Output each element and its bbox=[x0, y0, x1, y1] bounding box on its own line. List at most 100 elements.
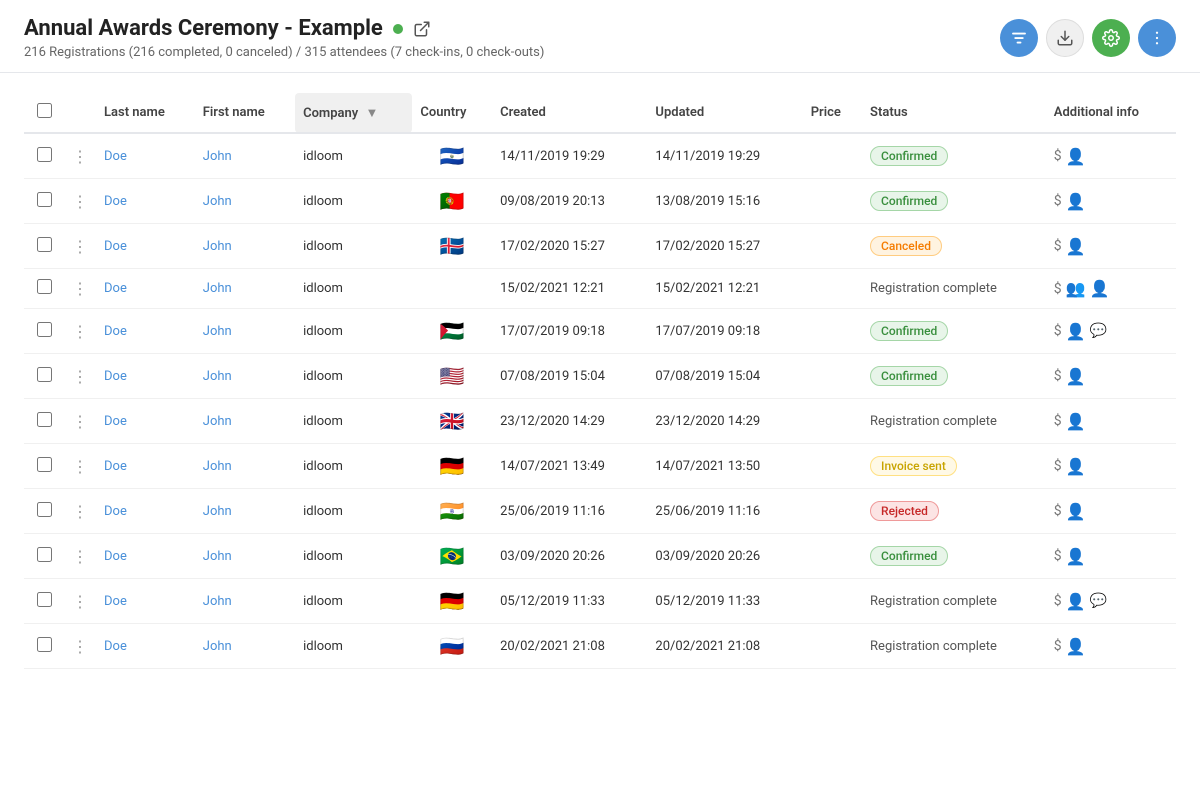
row-menu-cell[interactable]: ⋮ bbox=[64, 133, 96, 179]
dollar-icon: $ bbox=[1054, 281, 1062, 297]
download-button[interactable] bbox=[1046, 19, 1084, 57]
additional-info-cell: $👤 bbox=[1046, 624, 1176, 669]
created-cell: 03/09/2020 20:26 bbox=[492, 534, 647, 579]
header-left: Annual Awards Ceremony - Example 216 Reg… bbox=[24, 16, 544, 60]
row-menu-cell[interactable]: ⋮ bbox=[64, 179, 96, 224]
price-cell bbox=[803, 579, 862, 624]
row-checkbox[interactable] bbox=[37, 279, 52, 294]
last-name-link[interactable]: Doe bbox=[104, 414, 127, 429]
header-created: Created bbox=[492, 93, 647, 133]
first-name-cell: John bbox=[195, 269, 295, 309]
row-menu-cell[interactable]: ⋮ bbox=[64, 224, 96, 269]
additional-info-cell: $👤💬 bbox=[1046, 579, 1176, 624]
last-name-link[interactable]: Doe bbox=[104, 149, 127, 164]
table-body: ⋮ Doe John idloom 🇸🇻 14/11/2019 19:29 14… bbox=[24, 133, 1176, 669]
row-menu-cell[interactable]: ⋮ bbox=[64, 309, 96, 354]
status-badge: Registration complete bbox=[870, 639, 997, 654]
first-name-cell: John bbox=[195, 309, 295, 354]
table-row: ⋮ Doe John idloom 🇺🇸 07/08/2019 15:04 07… bbox=[24, 354, 1176, 399]
header-company[interactable]: Company ▼ bbox=[295, 93, 412, 133]
row-checkbox-cell bbox=[24, 444, 64, 489]
last-name-cell: Doe bbox=[96, 179, 195, 224]
row-checkbox-cell bbox=[24, 354, 64, 399]
company-cell: idloom bbox=[295, 354, 412, 399]
row-checkbox[interactable] bbox=[37, 147, 52, 162]
last-name-link[interactable]: Doe bbox=[104, 194, 127, 209]
select-all-checkbox[interactable] bbox=[37, 103, 52, 118]
row-checkbox[interactable] bbox=[37, 367, 52, 382]
table-row: ⋮ Doe John idloom 🇧🇷 03/09/2020 20:26 03… bbox=[24, 534, 1176, 579]
first-name-link[interactable]: John bbox=[203, 369, 232, 384]
row-checkbox[interactable] bbox=[37, 592, 52, 607]
first-name-link[interactable]: John bbox=[203, 281, 232, 296]
row-checkbox[interactable] bbox=[37, 412, 52, 427]
row-checkbox[interactable] bbox=[37, 547, 52, 562]
updated-cell: 23/12/2020 14:29 bbox=[647, 399, 802, 444]
row-checkbox[interactable] bbox=[37, 502, 52, 517]
last-name-link[interactable]: Doe bbox=[104, 549, 127, 564]
row-checkbox[interactable] bbox=[37, 237, 52, 252]
first-name-link[interactable]: John bbox=[203, 239, 232, 254]
updated-cell: 20/02/2021 21:08 bbox=[647, 624, 802, 669]
settings-button[interactable] bbox=[1092, 19, 1130, 57]
country-cell bbox=[412, 269, 492, 309]
row-checkbox[interactable] bbox=[37, 637, 52, 652]
last-name-link[interactable]: Doe bbox=[104, 369, 127, 384]
row-menu-cell[interactable]: ⋮ bbox=[64, 489, 96, 534]
row-menu-cell[interactable]: ⋮ bbox=[64, 624, 96, 669]
first-name-link[interactable]: John bbox=[203, 149, 232, 164]
created-cell: 09/08/2019 20:13 bbox=[492, 179, 647, 224]
row-menu-cell[interactable]: ⋮ bbox=[64, 444, 96, 489]
last-name-link[interactable]: Doe bbox=[104, 281, 127, 296]
updated-cell: 17/07/2019 09:18 bbox=[647, 309, 802, 354]
price-cell bbox=[803, 444, 862, 489]
additional-info-cell: $👥👤 bbox=[1046, 269, 1176, 309]
row-menu-cell[interactable]: ⋮ bbox=[64, 579, 96, 624]
last-name-link[interactable]: Doe bbox=[104, 239, 127, 254]
first-name-link[interactable]: John bbox=[203, 639, 232, 654]
table-row: ⋮ Doe John idloom 🇮🇳 25/06/2019 11:16 25… bbox=[24, 489, 1176, 534]
dollar-icon: $ bbox=[1054, 638, 1062, 654]
row-menu-cell[interactable]: ⋮ bbox=[64, 269, 96, 309]
first-name-link[interactable]: John bbox=[203, 194, 232, 209]
additional-info-cell: $👤 bbox=[1046, 489, 1176, 534]
row-menu-cell[interactable]: ⋮ bbox=[64, 354, 96, 399]
updated-cell: 14/11/2019 19:29 bbox=[647, 133, 802, 179]
last-name-link[interactable]: Doe bbox=[104, 459, 127, 474]
table-row: ⋮ Doe John idloom 🇵🇹 09/08/2019 20:13 13… bbox=[24, 179, 1176, 224]
status-badge: Invoice sent bbox=[870, 456, 957, 476]
first-name-cell: John bbox=[195, 179, 295, 224]
row-checkbox[interactable] bbox=[37, 457, 52, 472]
info-icons: $👤💬 bbox=[1054, 322, 1168, 341]
table-row: ⋮ Doe John idloom 🇵🇸 17/07/2019 09:18 17… bbox=[24, 309, 1176, 354]
status-badge: Registration complete bbox=[870, 594, 997, 609]
row-menu-cell[interactable]: ⋮ bbox=[64, 534, 96, 579]
dollar-icon: $ bbox=[1054, 148, 1062, 164]
first-name-cell: John bbox=[195, 579, 295, 624]
first-name-link[interactable]: John bbox=[203, 549, 232, 564]
table-header: Last name First name Company ▼ Country C… bbox=[24, 93, 1176, 133]
last-name-link[interactable]: Doe bbox=[104, 594, 127, 609]
first-name-link[interactable]: John bbox=[203, 324, 232, 339]
dollar-icon: $ bbox=[1054, 193, 1062, 209]
table-row: ⋮ Doe John idloom 🇬🇧 23/12/2020 14:29 23… bbox=[24, 399, 1176, 444]
last-name-link[interactable]: Doe bbox=[104, 639, 127, 654]
first-name-link[interactable]: John bbox=[203, 459, 232, 474]
first-name-link[interactable]: John bbox=[203, 594, 232, 609]
last-name-cell: Doe bbox=[96, 309, 195, 354]
company-cell: idloom bbox=[295, 579, 412, 624]
company-cell: idloom bbox=[295, 179, 412, 224]
external-link-icon[interactable] bbox=[413, 20, 431, 38]
last-name-link[interactable]: Doe bbox=[104, 324, 127, 339]
row-menu-cell[interactable]: ⋮ bbox=[64, 399, 96, 444]
row-checkbox[interactable] bbox=[37, 192, 52, 207]
first-name-link[interactable]: John bbox=[203, 414, 232, 429]
more-button[interactable] bbox=[1138, 19, 1176, 57]
last-name-link[interactable]: Doe bbox=[104, 504, 127, 519]
row-checkbox-cell bbox=[24, 179, 64, 224]
status-cell: Registration complete bbox=[862, 269, 1046, 309]
first-name-link[interactable]: John bbox=[203, 504, 232, 519]
row-checkbox[interactable] bbox=[37, 322, 52, 337]
filter-button[interactable] bbox=[1000, 19, 1038, 57]
info-icons: $👤 bbox=[1054, 547, 1168, 566]
